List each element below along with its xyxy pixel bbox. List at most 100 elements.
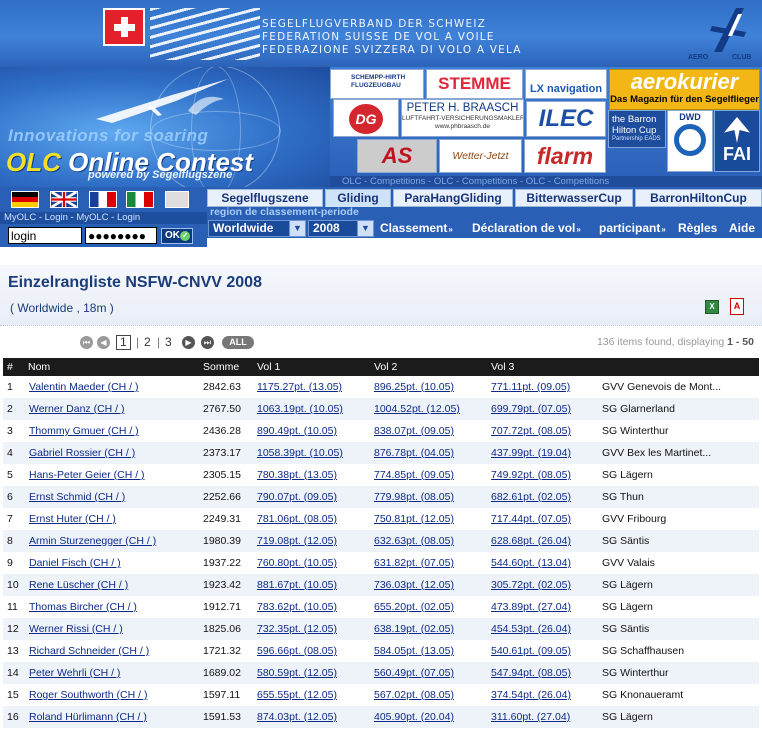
flag-it-icon[interactable] (126, 191, 154, 208)
flight-1-link[interactable]: 783.62pt. (10.05) (257, 601, 337, 613)
flight-1-link[interactable]: 1175.27pt. (13.05) (257, 381, 342, 393)
flight-3-link[interactable]: 771.11pt. (09.05) (491, 381, 570, 393)
pdf-export-icon[interactable]: A (730, 298, 744, 315)
pilot-name-link[interactable]: Thomas Bircher (CH / ) (29, 601, 137, 613)
flight-1-link[interactable]: 781.06pt. (08.05) (257, 513, 337, 525)
flight-1-link[interactable]: 719.08pt. (12.05) (257, 535, 337, 547)
tab-bitterwassercup[interactable]: BitterwasserCup (515, 189, 633, 207)
next-page-icon[interactable]: ▶ (182, 336, 195, 349)
flight-3-link[interactable]: 707.72pt. (08.05) (491, 425, 571, 437)
sponsor-ilec[interactable]: ILEC (526, 101, 606, 137)
sponsor-wetter-jetzt[interactable]: Wetter-Jetzt (439, 139, 522, 173)
sponsor-stemme[interactable]: STEMME (426, 69, 523, 99)
pilot-name-link[interactable]: Roger Southworth (CH / ) (29, 689, 147, 701)
flight-2-link[interactable]: 655.20pt. (02.05) (374, 601, 454, 613)
flight-2-link[interactable]: 896.25pt. (10.05) (374, 381, 454, 393)
flight-3-link[interactable]: 682.61pt. (02.05) (491, 491, 571, 503)
page-2-link[interactable]: 2 (144, 335, 151, 349)
login-input[interactable] (8, 227, 82, 244)
flight-1-link[interactable]: 881.67pt. (10.05) (257, 579, 337, 591)
menu-regles[interactable]: Règles (678, 221, 717, 236)
flight-1-link[interactable]: 1058.39pt. (10.05) (257, 447, 343, 459)
flight-1-link[interactable]: 760.80pt. (10.05) (257, 557, 337, 569)
flight-1-link[interactable]: 1063.19pt. (10.05) (257, 403, 343, 415)
flight-3-link[interactable]: 717.44pt. (07.05) (491, 513, 571, 525)
pilot-name-link[interactable]: Ernst Schmid (CH / ) (29, 491, 125, 503)
pilot-name-link[interactable]: Armin Sturzenegger (CH / ) (29, 535, 156, 547)
last-page-icon[interactable]: ⏭ (201, 336, 214, 349)
flight-1-link[interactable]: 732.35pt. (12.05) (257, 623, 337, 635)
sponsor-barron-hilton[interactable]: the Barron Hilton Cup Partnership EADS (608, 110, 666, 148)
flag-more-icon[interactable] (165, 191, 189, 208)
sponsor-braasch[interactable]: PETER H. BRAASCH LUFTFAHRT-VERSICHERUNGS… (401, 99, 524, 137)
flight-2-link[interactable]: 1004.52pt. (12.05) (374, 403, 460, 415)
login-ok-button[interactable]: OK ✓ (161, 228, 193, 244)
flight-3-link[interactable]: 311.60pt. (27.04) (491, 711, 570, 723)
password-input[interactable] (85, 227, 157, 244)
sponsor-aerokurier[interactable]: aerokurier Das Magazin für den Segelflie… (609, 69, 760, 110)
flight-2-link[interactable]: 567.02pt. (08.05) (374, 689, 454, 701)
flight-2-link[interactable]: 838.07pt. (09.05) (374, 425, 454, 437)
menu-aide[interactable]: Aide (729, 221, 755, 236)
pilot-name-link[interactable]: Werner Rissi (CH / ) (29, 623, 123, 635)
flag-de-icon[interactable] (11, 191, 39, 208)
flight-1-link[interactable]: 655.55pt. (12.05) (257, 689, 337, 701)
flight-1-link[interactable]: 596.66pt. (08.05) (257, 645, 337, 657)
sponsor-dwd[interactable]: DWD (667, 110, 713, 172)
flight-3-link[interactable]: 305.72pt. (02.05) (491, 579, 571, 591)
col-rank-header[interactable]: # (7, 361, 13, 373)
flight-1-link[interactable]: 790.07pt. (09.05) (257, 491, 337, 503)
sponsor-fai[interactable]: FAI (714, 110, 760, 172)
tab-gliding[interactable]: Gliding (325, 189, 391, 207)
flag-fr-icon[interactable] (89, 191, 117, 208)
pilot-name-link[interactable]: Richard Schneider (CH / ) (29, 645, 149, 657)
flight-2-link[interactable]: 736.03pt. (12.05) (374, 579, 454, 591)
prev-page-icon[interactable]: ◀ (97, 336, 110, 349)
pilot-name-link[interactable]: Hans-Peter Geier (CH / ) (29, 469, 145, 481)
flight-2-link[interactable]: 774.85pt. (09.05) (374, 469, 454, 481)
flight-1-link[interactable]: 890.49pt. (10.05) (257, 425, 337, 437)
pilot-name-link[interactable]: Rene Lüscher (CH / ) (29, 579, 128, 591)
region-select[interactable]: Worldwide ▼ (208, 220, 306, 237)
olc-logo-area[interactable]: Innovations for soaring OLC Online Conte… (0, 67, 330, 187)
col-name-header[interactable]: Nom (28, 361, 50, 373)
flight-3-link[interactable]: 437.99pt. (19.04) (491, 447, 571, 459)
flight-3-link[interactable]: 699.79pt. (07.05) (491, 403, 571, 415)
first-page-icon[interactable]: ⏮ (80, 336, 93, 349)
show-all-button[interactable]: ALL (222, 336, 254, 349)
sponsor-lx-navigation[interactable]: LX navigation (525, 69, 607, 99)
year-select[interactable]: 2008 ▼ (308, 220, 374, 237)
sponsor-dg[interactable]: DG (333, 99, 399, 137)
flight-3-link[interactable]: 473.89pt. (27.04) (491, 601, 571, 613)
menu-classement[interactable]: Classement» (380, 221, 453, 237)
pilot-name-link[interactable]: Ernst Huter (CH / ) (29, 513, 116, 525)
pilot-name-link[interactable]: Gabriel Rossier (CH / ) (29, 447, 135, 459)
excel-export-icon[interactable]: X (705, 300, 719, 314)
col-vol1-header[interactable]: Vol 1 (257, 361, 280, 373)
flight-2-link[interactable]: 779.98pt. (08.05) (374, 491, 454, 503)
sponsor-as[interactable]: AS (357, 139, 437, 173)
flight-2-link[interactable]: 750.81pt. (12.05) (374, 513, 454, 525)
flight-3-link[interactable]: 540.61pt. (09.05) (491, 645, 571, 657)
flight-2-link[interactable]: 876.78pt. (04.05) (374, 447, 454, 459)
flight-2-link[interactable]: 638.19pt. (02.05) (374, 623, 454, 635)
pilot-name-link[interactable]: Werner Danz (CH / ) (29, 403, 125, 415)
flight-3-link[interactable]: 547.94pt. (08.05) (491, 667, 571, 679)
flight-1-link[interactable]: 780.38pt. (13.05) (257, 469, 337, 481)
sponsor-schempp-hirth[interactable]: SCHEMPP-HIRTH FLUGZEUGBAU (330, 69, 424, 99)
flight-3-link[interactable]: 454.53pt. (26.04) (491, 623, 571, 635)
pilot-name-link[interactable]: Roland Hürlimann (CH / ) (29, 711, 147, 723)
flight-2-link[interactable]: 560.49pt. (07.05) (374, 667, 454, 679)
flight-2-link[interactable]: 405.90pt. (20.04) (374, 711, 454, 723)
flight-1-link[interactable]: 874.03pt. (12.05) (257, 711, 337, 723)
pilot-name-link[interactable]: Peter Wehrli (CH / ) (29, 667, 120, 679)
flight-1-link[interactable]: 580.59pt. (12.05) (257, 667, 337, 679)
sponsor-flarm[interactable]: flarm (524, 139, 606, 173)
page-3-link[interactable]: 3 (165, 335, 172, 349)
flight-3-link[interactable]: 628.68pt. (26.04) (491, 535, 571, 547)
col-vol3-header[interactable]: Vol 3 (491, 361, 514, 373)
pilot-name-link[interactable]: Valentin Maeder (CH / ) (29, 381, 139, 393)
tab-barronhiltoncup[interactable]: BarronHiltonCup (635, 189, 762, 207)
tab-parahanggliding[interactable]: ParaHangGliding (393, 189, 513, 207)
col-vol2-header[interactable]: Vol 2 (374, 361, 397, 373)
